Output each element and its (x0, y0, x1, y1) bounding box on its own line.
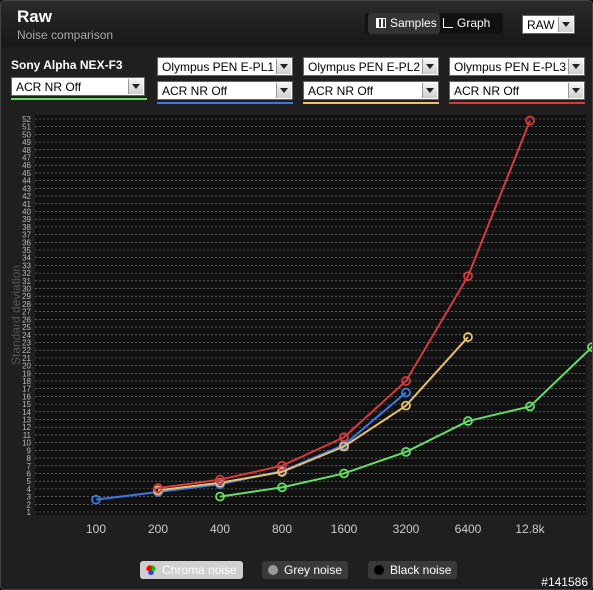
y-tick-label: 45 (22, 169, 31, 178)
y-tick-label: 13 (22, 416, 31, 425)
y-tick-label: 6 (27, 469, 32, 478)
y-tick-label: 29 (22, 292, 31, 301)
noise-chart: 1234567891011121314151617181920212223242… (9, 115, 592, 536)
plot-area (35, 115, 586, 515)
y-tick-label: 47 (22, 154, 31, 163)
y-tick-label: 23 (22, 338, 31, 347)
y-tick-label: 26 (22, 315, 31, 324)
y-tick-label: 33 (22, 261, 31, 270)
y-tick-label: 16 (22, 392, 31, 401)
y-axis-label: Standard deviation (9, 265, 23, 365)
black-circle-icon (374, 565, 384, 575)
x-tick-label: 800 (272, 522, 292, 536)
y-tick-label: 30 (22, 285, 31, 294)
y-tick-label: 41 (22, 200, 31, 209)
y-tick-label: 31 (22, 277, 31, 286)
y-tick-label: 4 (27, 485, 32, 494)
y-tick-label: 50 (22, 130, 31, 139)
x-tick-label: 200 (148, 522, 168, 536)
y-tick-label: 19 (22, 369, 31, 378)
y-tick-label: 27 (22, 308, 31, 317)
y-tick-label: 38 (22, 223, 31, 232)
y-tick-label: 34 (22, 254, 31, 263)
x-tick-label: 100 (86, 522, 106, 536)
y-tick-label: 3 (27, 493, 32, 502)
y-tick-label: 12 (22, 423, 31, 432)
y-tick-label: 44 (22, 177, 31, 186)
grey-noise-button[interactable]: Grey noise (262, 561, 349, 579)
y-tick-label: 35 (22, 246, 31, 255)
reference-id: #141586 (541, 575, 588, 589)
y-tick-label: 24 (22, 331, 31, 340)
y-tick-label: 37 (22, 231, 31, 240)
y-tick-label: 18 (22, 377, 31, 386)
y-tick-label: 8 (27, 454, 32, 463)
y-tick-label: 36 (22, 238, 31, 247)
x-tick-label: 400 (210, 522, 230, 536)
y-tick-label: 1 (27, 508, 32, 517)
y-tick-label: 5 (27, 477, 32, 486)
black-noise-button[interactable]: Black noise (368, 561, 458, 579)
y-tick-label: 49 (22, 138, 31, 147)
rgb-dots-icon (146, 565, 156, 575)
y-tick-label: 2 (27, 500, 32, 509)
y-tick-label: 39 (22, 215, 31, 224)
x-tick-label: 1600 (331, 522, 358, 536)
y-tick-label: 52 (22, 115, 31, 124)
y-tick-label: 43 (22, 184, 31, 193)
y-tick-label: 22 (22, 346, 31, 355)
x-tick-label: 6400 (455, 522, 482, 536)
y-tick-label: 15 (22, 400, 31, 409)
y-tick-label: 20 (22, 362, 31, 371)
y-tick-label: 40 (22, 207, 31, 216)
chroma-noise-button[interactable]: Chroma noise (140, 561, 243, 579)
x-tick-label: 3200 (393, 522, 420, 536)
x-tick-label: 12.8k (515, 522, 545, 536)
y-tick-label: 48 (22, 146, 31, 155)
y-tick-label: 9 (27, 446, 32, 455)
y-tick-label: 17 (22, 385, 31, 394)
y-tick-label: 11 (23, 431, 32, 440)
y-tick-label: 28 (22, 300, 31, 309)
y-tick-label: 46 (22, 161, 31, 170)
y-tick-label: 14 (22, 408, 31, 417)
grey-circle-icon (268, 565, 278, 575)
y-tick-label: 25 (22, 323, 31, 332)
noise-comparison-widget: Raw Noise comparison Samples Graph RAW S… (0, 0, 593, 590)
y-tick-label: 21 (22, 354, 31, 363)
y-tick-label: 32 (22, 269, 31, 278)
y-tick-label: 51 (22, 123, 31, 132)
y-tick-label: 7 (27, 462, 32, 471)
y-tick-label: 42 (22, 192, 31, 201)
y-tick-label: 10 (22, 439, 31, 448)
